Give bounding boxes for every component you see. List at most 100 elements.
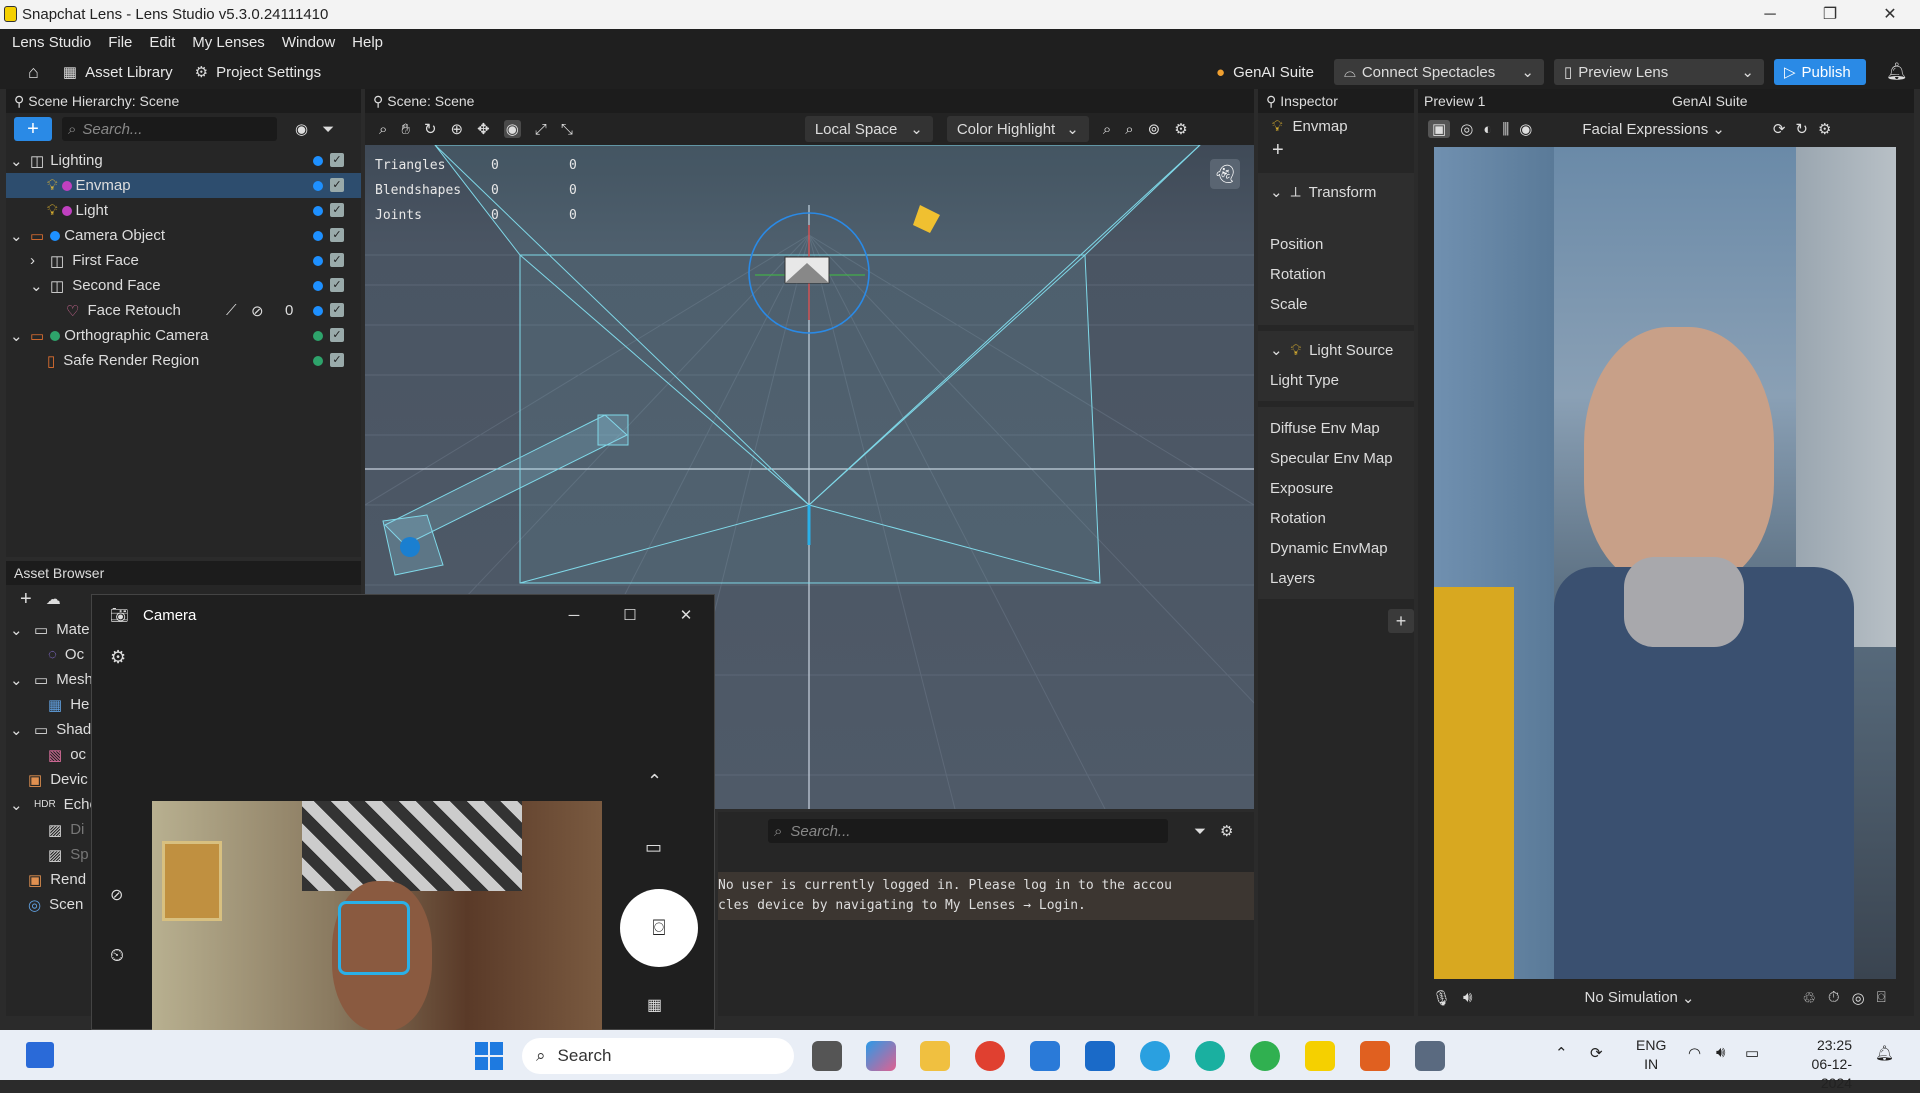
scale-tool-icon[interactable]: ⤢ [535, 121, 547, 138]
hierarchy-item-orthographic-camera[interactable]: ⌄ ▭ Orthographic Camera ✓ [6, 323, 361, 348]
notification-bell-icon[interactable]: 🔔︎ [1886, 62, 1908, 82]
project-settings-button[interactable]: ⚙ Project Settings [195, 63, 322, 82]
world-mode-icon[interactable]: ◐ [1483, 121, 1492, 138]
face-mode-icon[interactable]: ◎ [1460, 120, 1473, 138]
specular-env-map-row[interactable]: Specular Env Map [1258, 443, 1414, 473]
position-row[interactable]: Position [1258, 229, 1414, 259]
snapchat-ghost-icon[interactable]: 👻︎ [1210, 159, 1240, 189]
hand-icon[interactable]: ✋︎ [401, 121, 410, 138]
edge-icon[interactable] [1195, 1041, 1225, 1071]
preview-image[interactable] [1434, 147, 1896, 979]
hierarchy-item-lighting[interactable]: ⌄ ◫ Lighting ✓ [6, 148, 361, 173]
maximize-button[interactable]: ☐ [602, 606, 658, 624]
gear-icon[interactable]: ⚙ [1818, 120, 1831, 138]
scale-row[interactable]: Scale [1258, 289, 1414, 319]
logger-search-input[interactable]: ⌕ Search... [768, 819, 1168, 843]
camera-taskbar-icon[interactable] [1415, 1041, 1445, 1071]
expand-chevron-icon[interactable]: ⌄ [10, 671, 26, 689]
task-view-icon[interactable] [812, 1041, 842, 1071]
chrome-icon[interactable] [975, 1041, 1005, 1071]
hierarchy-item-first-face[interactable]: › ◫ First Face ✓ [6, 248, 361, 273]
zoom-icon[interactable]: ⊕ [451, 120, 464, 138]
hierarchy-item-light[interactable]: 💡︎ Light ✓ [6, 198, 361, 223]
menu-edit[interactable]: Edit [149, 34, 175, 51]
lens-studio-icon[interactable] [1305, 1041, 1335, 1071]
enabled-checkbox[interactable]: ✓ [330, 278, 344, 292]
diffuse-env-map-row[interactable]: Diffuse Env Map [1258, 413, 1414, 443]
hierarchy-item-second-face[interactable]: ⌄ ◫ Second Face ✓ [6, 273, 361, 298]
gear-icon[interactable]: ⚙ [1220, 822, 1233, 840]
hdr-off-icon[interactable]: ⊘ [110, 885, 123, 905]
add-component-button[interactable]: + [1258, 139, 1414, 165]
expand-chevron-icon[interactable]: ⌄ [10, 227, 24, 245]
transform-header[interactable]: ⌄ ⟂ Transform [1258, 177, 1414, 207]
rotate-tool-icon[interactable]: ◉ [503, 120, 521, 138]
add-component-button[interactable]: + [1388, 609, 1414, 633]
orbit-icon[interactable]: ↻ [424, 120, 437, 138]
facial-expressions-dropdown[interactable]: Facial Expressions ⌄ [1582, 120, 1724, 139]
enabled-checkbox[interactable]: ✓ [330, 228, 344, 242]
enabled-checkbox[interactable]: ✓ [330, 178, 344, 192]
expand-chevron-icon[interactable]: ⌄ [10, 721, 26, 739]
gear-icon[interactable]: ⚙ [110, 647, 126, 668]
vscode-icon[interactable] [1030, 1041, 1060, 1071]
copilot-icon[interactable] [866, 1041, 896, 1071]
preview-lens-dropdown[interactable]: ▯ Preview Lens ⌄ [1553, 59, 1764, 85]
hierarchy-search-input[interactable]: ⌕ Search... [62, 117, 277, 141]
chevron-up-icon[interactable]: ⌃ [647, 771, 662, 792]
volume-icon[interactable]: 🔊︎ [1716, 1044, 1725, 1061]
highlight-dropdown[interactable]: Color Highlight ⌄ [946, 116, 1089, 142]
menu-window[interactable]: Window [282, 34, 335, 51]
timer-icon[interactable]: ⏱ [1828, 989, 1840, 1006]
menu-file[interactable]: File [108, 34, 132, 51]
enabled-checkbox[interactable]: ✓ [330, 153, 344, 167]
mic-off-icon[interactable]: 🎙︎ [1432, 989, 1451, 1007]
widgets-icon[interactable] [26, 1042, 54, 1068]
publish-button[interactable]: ▷ Publish [1773, 59, 1866, 85]
telegram-icon[interactable] [1140, 1041, 1170, 1071]
chevron-up-icon[interactable]: ⌃ [1555, 1044, 1568, 1062]
move-icon[interactable]: ✥ [477, 120, 490, 138]
add-asset-icon[interactable]: + [20, 588, 32, 611]
expand-chevron-icon[interactable]: ⌄ [10, 796, 26, 814]
zoom-fit-icon[interactable]: ⌕ [379, 121, 387, 138]
rotation-row[interactable]: Rotation [1258, 259, 1414, 289]
enabled-checkbox[interactable]: ✓ [330, 303, 344, 317]
start-button[interactable] [475, 1042, 503, 1070]
layers-icon[interactable]: ⊚ [1148, 120, 1161, 138]
refresh-icon[interactable]: ⟳ [1773, 120, 1786, 138]
close-button[interactable]: ✕ [1860, 0, 1920, 29]
wifi-icon[interactable]: ◠ [1688, 1044, 1701, 1062]
enabled-checkbox[interactable]: ✓ [330, 253, 344, 267]
filter-icon[interactable]: ⏷ [1194, 823, 1206, 840]
add-object-button[interactable]: + [14, 117, 52, 141]
cloud-icon[interactable]: ☁︎ [46, 590, 61, 608]
notification-bell-icon[interactable]: 🔔︎ [1875, 1044, 1894, 1062]
enabled-checkbox[interactable]: ✓ [330, 203, 344, 217]
video-mode-icon[interactable]: ▭ [645, 837, 662, 858]
rect-tool-icon[interactable]: ⤡ [561, 121, 573, 138]
language-indicator[interactable]: ENG IN [1636, 1036, 1666, 1074]
app-icon[interactable] [1360, 1041, 1390, 1071]
screenshot-icon[interactable]: ⌼ [1877, 989, 1886, 1006]
timer-off-icon[interactable]: ⏲ [110, 945, 124, 966]
expand-chevron-icon[interactable]: ⌄ [10, 327, 24, 345]
battery-icon[interactable]: ▭ [1745, 1044, 1759, 1062]
close-button[interactable]: ✕ [658, 606, 714, 624]
eye-icon[interactable]: ◉ [1519, 120, 1532, 138]
home-icon[interactable]: ⌂ [28, 62, 39, 83]
hierarchy-item-envmap[interactable]: 💡︎ Envmap ✓ [6, 173, 361, 198]
restore-button[interactable]: ❐ [1800, 0, 1860, 29]
recycle-icon[interactable]: ♲ [1802, 989, 1815, 1007]
file-explorer-icon[interactable] [920, 1041, 950, 1071]
minimize-button[interactable]: ─ [546, 607, 602, 624]
taskbar-search[interactable]: ⌕ Search [522, 1038, 794, 1074]
view-icon[interactable]: ⌕ [1103, 121, 1111, 138]
clock[interactable]: 23:25 06-12-2024 [1786, 1036, 1852, 1093]
menu-lens-studio[interactable]: Lens Studio [12, 34, 91, 51]
expand-chevron-icon[interactable]: ⌄ [10, 621, 26, 639]
expand-chevron-icon[interactable]: ⌄ [30, 277, 44, 295]
expand-chevron-icon[interactable]: › [30, 252, 44, 269]
exposure-row[interactable]: Exposure [1258, 473, 1414, 503]
hierarchy-item-camera-object[interactable]: ⌄ ▭ Camera Object ✓ [6, 223, 361, 248]
